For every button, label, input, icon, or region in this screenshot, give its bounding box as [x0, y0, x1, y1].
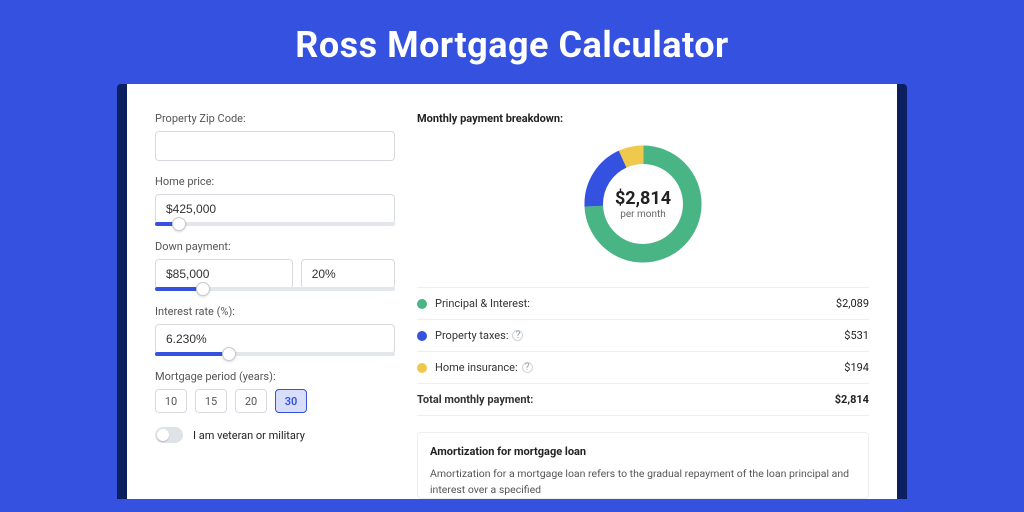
period-option-30[interactable]: 30 — [275, 389, 307, 413]
results-column: Monthly payment breakdown: $2,814 — [417, 112, 869, 499]
down-payment-pct-input[interactable] — [301, 259, 395, 289]
page-title: Ross Mortgage Calculator — [0, 24, 1024, 66]
breakdown-label: Home insurance: ? — [435, 361, 844, 374]
home-price-label: Home price: — [155, 175, 395, 188]
breakdown-rows: Principal & Interest: $2,089 Property ta… — [417, 287, 869, 416]
down-payment-label: Down payment: — [155, 240, 395, 253]
breakdown-row-taxes: Property taxes: ? $531 — [417, 320, 869, 352]
slider-thumb[interactable] — [172, 217, 186, 231]
hero: Ross Mortgage Calculator — [0, 0, 1024, 84]
breakdown-amount: $194 — [844, 361, 869, 374]
donut-chart: $2,814 per month — [417, 133, 869, 287]
home-price-field: Home price: — [155, 175, 395, 226]
amortization-title: Amortization for mortgage loan — [430, 445, 856, 458]
calculator-card: Property Zip Code: Home price: Down paym… — [127, 84, 897, 499]
inputs-column: Property Zip Code: Home price: Down paym… — [155, 112, 395, 499]
period-field: Mortgage period (years): 10 15 20 30 — [155, 370, 395, 413]
zip-field: Property Zip Code: — [155, 112, 395, 161]
period-label: Mortgage period (years): — [155, 370, 395, 383]
breakdown-amount: $2,089 — [836, 297, 869, 310]
interest-label: Interest rate (%): — [155, 305, 395, 318]
down-payment-slider[interactable] — [155, 287, 395, 291]
slider-thumb[interactable] — [222, 347, 236, 361]
period-option-15[interactable]: 15 — [195, 389, 227, 413]
dot-icon — [417, 299, 427, 309]
info-icon[interactable]: ? — [512, 330, 523, 341]
down-payment-field: Down payment: — [155, 240, 395, 291]
period-option-20[interactable]: 20 — [235, 389, 267, 413]
breakdown-row-principal: Principal & Interest: $2,089 — [417, 288, 869, 320]
calculator-frame: Property Zip Code: Home price: Down paym… — [117, 84, 907, 499]
amortization-box: Amortization for mortgage loan Amortizat… — [417, 432, 869, 499]
dot-icon — [417, 331, 427, 341]
donut-center-amount: $2,814 — [615, 188, 671, 209]
veteran-row: I am veteran or military — [155, 427, 395, 443]
total-amount: $2,814 — [835, 393, 869, 406]
interest-field: Interest rate (%): — [155, 305, 395, 356]
donut-center-sub: per month — [620, 209, 666, 220]
interest-slider[interactable] — [155, 352, 395, 356]
interest-input[interactable] — [155, 324, 395, 354]
breakdown-title: Monthly payment breakdown: — [417, 112, 869, 125]
home-price-input[interactable] — [155, 194, 395, 224]
total-label: Total monthly payment: — [417, 393, 835, 406]
breakdown-label: Principal & Interest: — [435, 297, 836, 310]
breakdown-label: Property taxes: ? — [435, 329, 844, 342]
down-payment-amount-input[interactable] — [155, 259, 293, 289]
dot-icon — [417, 363, 427, 373]
veteran-label: I am veteran or military — [193, 429, 305, 442]
veteran-toggle[interactable] — [155, 427, 183, 443]
period-option-10[interactable]: 10 — [155, 389, 187, 413]
info-icon[interactable]: ? — [522, 362, 533, 373]
amortization-text: Amortization for a mortgage loan refers … — [430, 466, 856, 498]
toggle-knob — [157, 429, 169, 441]
breakdown-row-insurance: Home insurance: ? $194 — [417, 352, 869, 384]
breakdown-row-total: Total monthly payment: $2,814 — [417, 384, 869, 416]
zip-label: Property Zip Code: — [155, 112, 395, 125]
slider-thumb[interactable] — [196, 282, 210, 296]
breakdown-amount: $531 — [844, 329, 869, 342]
zip-input[interactable] — [155, 131, 395, 161]
home-price-slider[interactable] — [155, 222, 395, 226]
